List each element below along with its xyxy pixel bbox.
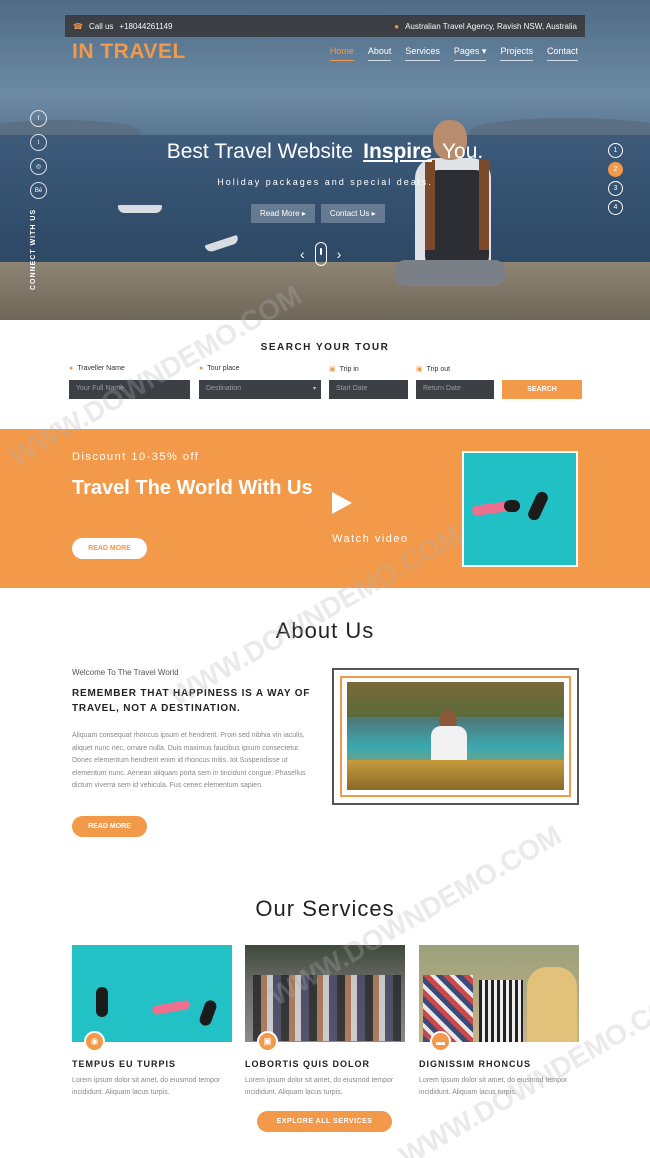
nav-pages-label: Pages: [453, 46, 480, 56]
suitcase-icon: ▣: [257, 1031, 278, 1052]
traveller-label-text: Traveller Name: [77, 365, 125, 372]
hero-title: Best Travel Website Inspire You.: [0, 140, 650, 164]
destination-select[interactable]: Destination ▾: [199, 380, 321, 399]
about-body: Aliquam consequat rhoncus ipsum et hendr…: [72, 732, 306, 789]
user-icon: ●: [69, 365, 74, 372]
main-nav: Home About Services Pages ▾ Projects Con…: [329, 46, 578, 61]
lake-photo: [347, 682, 564, 790]
discount-headline: Travel The World With Us: [72, 477, 313, 499]
hero-subtitle: Holiday packages and special deals.: [217, 177, 433, 187]
service-text: Lorem ipsum dolor sit amet, do eiusmod t…: [245, 1077, 394, 1096]
services-heading: Our Services: [255, 896, 395, 921]
traveller-label: ● Traveller Name: [69, 365, 125, 372]
hero-banner: ☎ Call us +18044261149 ● Australian Trav…: [0, 0, 650, 320]
start-date-input[interactable]: Start Date: [329, 380, 408, 399]
search-button[interactable]: SEARCH: [502, 380, 582, 399]
calendar-icon: ▣: [329, 366, 336, 373]
caret-right-icon: ▸: [371, 209, 376, 218]
call-label: Call us: [88, 21, 114, 31]
slide-dot-active[interactable]: 2: [608, 162, 623, 177]
trip-out-label-text: Trip out: [426, 365, 451, 373]
slide-dot[interactable]: 3: [608, 181, 623, 196]
swimmers-photo: [462, 451, 578, 567]
nav-services[interactable]: Services: [405, 46, 440, 61]
place-label: ● Tour place: [199, 365, 240, 372]
nav-about[interactable]: About: [367, 46, 392, 61]
facebook-icon[interactable]: f: [30, 110, 47, 127]
hero-contact-label: Contact Us: [329, 209, 370, 218]
scroll-mouse-icon[interactable]: [314, 242, 327, 266]
trip-in-label: ▣ Trip in: [329, 365, 359, 374]
caret-down-icon: ▾: [312, 386, 316, 392]
trip-out-label: ▣ Trip out: [416, 365, 451, 374]
map-pin-icon: ●: [199, 365, 204, 372]
calendar-icon: ▣: [416, 366, 423, 373]
about-heading: About Us: [275, 618, 375, 643]
search-title: SEARCH YOUR TOUR: [260, 342, 390, 353]
return-date-input[interactable]: Return Date: [416, 380, 494, 399]
next-arrow-icon[interactable]: ›: [337, 246, 342, 262]
discount-read-more-button[interactable]: READ MORE: [72, 538, 147, 559]
service-image[interactable]: [245, 945, 405, 1042]
nav-projects[interactable]: Projects: [500, 46, 533, 61]
about-welcome: Welcome To The Travel World: [72, 668, 179, 677]
phone-icon: ☎: [73, 21, 83, 31]
service-text: Lorem ipsum dolor sit amet, do eiusmod t…: [419, 1077, 568, 1096]
destination-value: Destination: [206, 385, 242, 392]
traveller-name-input[interactable]: Your Full Name: [69, 380, 190, 399]
prev-arrow-icon[interactable]: ‹: [300, 246, 305, 262]
watch-video-label[interactable]: Watch video: [332, 533, 409, 545]
slide-dot[interactable]: 4: [608, 200, 623, 215]
service-image[interactable]: [72, 945, 232, 1042]
hero-read-more-label: Read More: [260, 209, 300, 218]
hero-read-more-button[interactable]: Read More ▸: [251, 204, 315, 223]
caret-right-icon: ▸: [301, 209, 306, 218]
map-pin-icon: ●: [394, 21, 400, 31]
discount-tagline: Discount 10-35% off: [72, 451, 200, 463]
hero-title-strong: Inspire: [363, 140, 432, 163]
hero-title-pre: Best Travel Website: [166, 140, 354, 163]
nav-pages[interactable]: Pages ▾: [453, 46, 487, 61]
nav-contact[interactable]: Contact: [546, 46, 578, 61]
address-text: Australian Travel Agency, Ravish NSW, Au…: [405, 21, 577, 31]
service-title[interactable]: TEMPUS EU TURPIS: [72, 1059, 176, 1069]
service-title[interactable]: LOBORTIS QUIS DOLOR: [245, 1059, 370, 1069]
top-info-bar: ☎ Call us +18044261149 ● Australian Trav…: [65, 15, 585, 37]
slider-arrows: ‹ ›: [300, 242, 341, 266]
play-icon[interactable]: [332, 492, 352, 514]
hero-buttons: Read More ▸ Contact Us ▸: [251, 204, 385, 223]
place-label-text: Tour place: [207, 365, 240, 372]
phone-number[interactable]: +18044261149: [119, 22, 172, 31]
about-tagline: REMEMBER THAT HAPPINESS IS A WAY OF TRAV…: [72, 688, 311, 714]
connect-with-us-label: CONNECT WITH US: [30, 208, 37, 290]
hero-title-post: You.: [441, 140, 484, 163]
discount-band: Discount 10-35% off Travel The World Wit…: [0, 429, 650, 588]
nav-home[interactable]: Home: [329, 46, 354, 61]
service-image[interactable]: [419, 945, 579, 1042]
explore-services-button[interactable]: EXPLORE ALL SERVICES: [257, 1111, 392, 1132]
service-text: Lorem ipsum dolor sit amet, do eiusmod t…: [72, 1077, 221, 1096]
slide-dot[interactable]: 1: [608, 143, 623, 158]
site-logo[interactable]: IN TRAVEL: [72, 40, 186, 64]
caret-down-icon: ▾: [481, 46, 487, 56]
bed-icon: ▬: [430, 1031, 451, 1052]
boat-shape: [118, 205, 162, 213]
stone-ledge: [0, 262, 650, 320]
globe-icon: ◉: [84, 1031, 105, 1052]
trip-in-label-text: Trip in: [339, 365, 359, 373]
hero-contact-button[interactable]: Contact Us ▸: [320, 204, 385, 223]
service-title[interactable]: DIGNISSIM RHONCUS: [419, 1059, 531, 1069]
slide-pagination: 1 2 3 4: [608, 143, 623, 215]
about-read-more-button[interactable]: READ MORE: [72, 816, 147, 837]
